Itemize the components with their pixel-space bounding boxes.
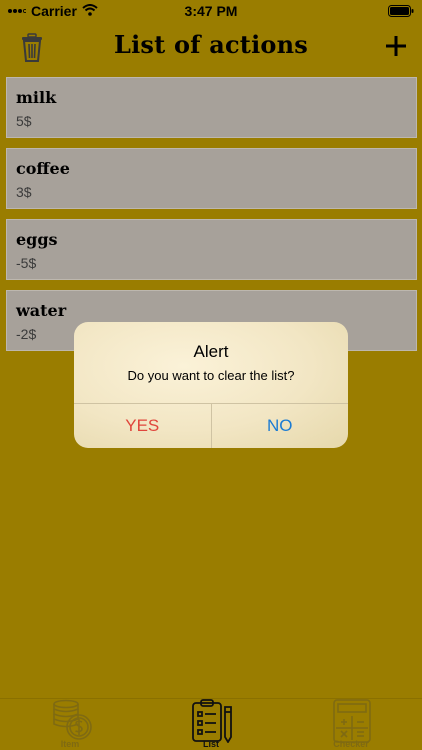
tab-label: Checker (333, 739, 369, 749)
add-item-button[interactable] (384, 34, 408, 58)
item-price: 3$ (16, 184, 32, 200)
item-price: 5$ (16, 113, 32, 129)
item-name: eggs (16, 230, 58, 249)
item-price: -5$ (16, 255, 37, 271)
list-item[interactable]: eggs -5$ (6, 219, 417, 280)
battery-icon (388, 4, 414, 20)
no-button[interactable]: NO (212, 404, 349, 448)
tab-label: Item (60, 739, 80, 749)
tab-bar: Item List Checker (0, 698, 422, 750)
item-name: coffee (16, 159, 70, 178)
coins-icon (53, 699, 92, 740)
plus-icon (386, 36, 406, 56)
status-bar: Carrier 3:47 PM (0, 0, 422, 22)
actions-list: milk 5$ coffee 3$ eggs -5$ water -2$ (6, 77, 417, 361)
nav-bar: List of actions (0, 22, 422, 72)
item-name: milk (16, 88, 57, 107)
alert-message: Do you want to clear the list? (127, 368, 295, 383)
list-item[interactable]: milk 5$ (6, 77, 417, 138)
calculator-icon (333, 699, 371, 743)
alert-title: Alert (193, 342, 229, 361)
list-item[interactable]: coffee 3$ (6, 148, 417, 209)
alert-dialog: Alert Do you want to clear the list? YES… (74, 322, 348, 448)
tab-list[interactable]: List (171, 699, 251, 750)
item-name: water (16, 301, 67, 320)
status-time: 3:47 PM (184, 3, 238, 19)
tab-label: List (202, 739, 219, 749)
clipboard-list-icon (192, 699, 232, 743)
tab-item[interactable]: Item (30, 699, 110, 750)
page-title: List of actions (114, 30, 308, 59)
tab-checker[interactable]: Checker (311, 699, 391, 750)
alert-button-row: YES NO (74, 403, 348, 448)
yes-button[interactable]: YES (74, 404, 212, 448)
